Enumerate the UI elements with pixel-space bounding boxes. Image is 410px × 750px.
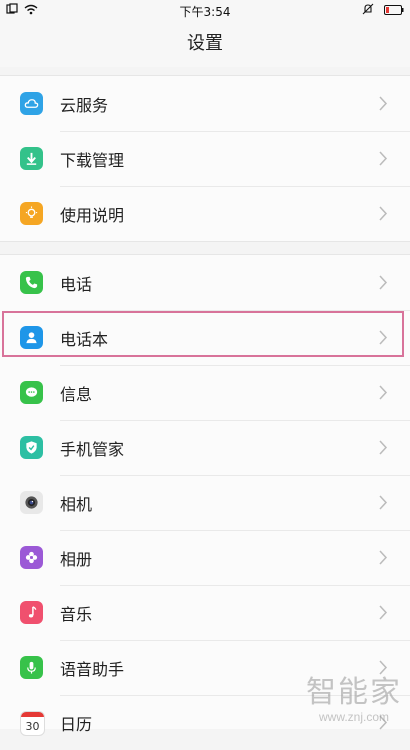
settings-item-phone-manager[interactable]: 手机管家 xyxy=(0,420,410,475)
settings-item-cloud-service[interactable]: 云服务 xyxy=(0,76,410,131)
watermark: 智能家 www.znj.com xyxy=(306,676,402,724)
cloud-icon xyxy=(20,92,43,115)
bell-muted-icon xyxy=(362,3,374,18)
settings-item-messages[interactable]: 信息 xyxy=(0,365,410,420)
chevron-right-icon xyxy=(379,275,388,290)
download-icon xyxy=(20,147,43,170)
shield-icon xyxy=(20,436,43,459)
status-bar: 下午3:54 xyxy=(0,0,410,20)
settings-item-label: 相机 xyxy=(60,494,93,514)
chevron-right-icon xyxy=(379,550,388,565)
chevron-right-icon xyxy=(379,605,388,620)
chevron-right-icon xyxy=(379,151,388,166)
flower-icon xyxy=(20,546,43,569)
battery-icon xyxy=(384,4,404,18)
chevron-right-icon xyxy=(379,330,388,345)
status-time: 下午3:54 xyxy=(179,5,231,19)
music-icon xyxy=(20,601,43,624)
settings-item-contacts[interactable]: 电话本 xyxy=(0,310,410,365)
chevron-right-icon xyxy=(379,385,388,400)
settings-item-label: 音乐 xyxy=(60,604,93,624)
settings-item-download-manager[interactable]: 下载管理 xyxy=(0,131,410,186)
chevron-right-icon xyxy=(379,96,388,111)
settings-item-label: 下载管理 xyxy=(60,150,125,170)
settings-item-gallery[interactable]: 相册 xyxy=(0,530,410,585)
settings-item-label: 使用说明 xyxy=(60,205,125,225)
watermark-brand: 智能家 xyxy=(306,676,402,709)
settings-item-user-guide[interactable]: 使用说明 xyxy=(0,186,410,241)
settings-item-label: 相册 xyxy=(60,549,93,569)
settings-group-2: 电话 电话本 信息 手机管家 相机 相册 音乐 语音助手 30 日历 xyxy=(0,254,410,736)
chevron-right-icon xyxy=(379,206,388,221)
settings-item-camera[interactable]: 相机 xyxy=(0,475,410,530)
camera-icon xyxy=(20,491,43,514)
settings-item-label: 电话 xyxy=(60,274,93,294)
contacts-icon xyxy=(20,326,43,349)
message-icon xyxy=(20,381,43,404)
settings-item-label: 手机管家 xyxy=(60,439,125,459)
chevron-right-icon xyxy=(379,495,388,510)
settings-item-label: 日历 xyxy=(60,714,93,734)
settings-item-phone[interactable]: 电话 xyxy=(0,255,410,310)
chevron-right-icon xyxy=(379,660,388,675)
page-title: 设置 xyxy=(0,20,410,67)
calendar-day: 30 xyxy=(25,719,40,733)
settings-item-label: 电话本 xyxy=(60,329,109,349)
settings-item-music[interactable]: 音乐 xyxy=(0,585,410,640)
settings-item-label: 语音助手 xyxy=(60,659,125,679)
settings-item-label: 信息 xyxy=(60,384,93,404)
settings-item-label: 云服务 xyxy=(60,95,109,115)
chevron-right-icon xyxy=(379,440,388,455)
settings-group-1: 云服务 下载管理 使用说明 xyxy=(0,75,410,242)
calendar-icon: 30 xyxy=(20,711,45,736)
lightbulb-icon xyxy=(20,202,43,225)
phone-icon xyxy=(20,271,43,294)
watermark-url: www.znj.com xyxy=(318,710,389,724)
microphone-icon xyxy=(20,656,43,679)
